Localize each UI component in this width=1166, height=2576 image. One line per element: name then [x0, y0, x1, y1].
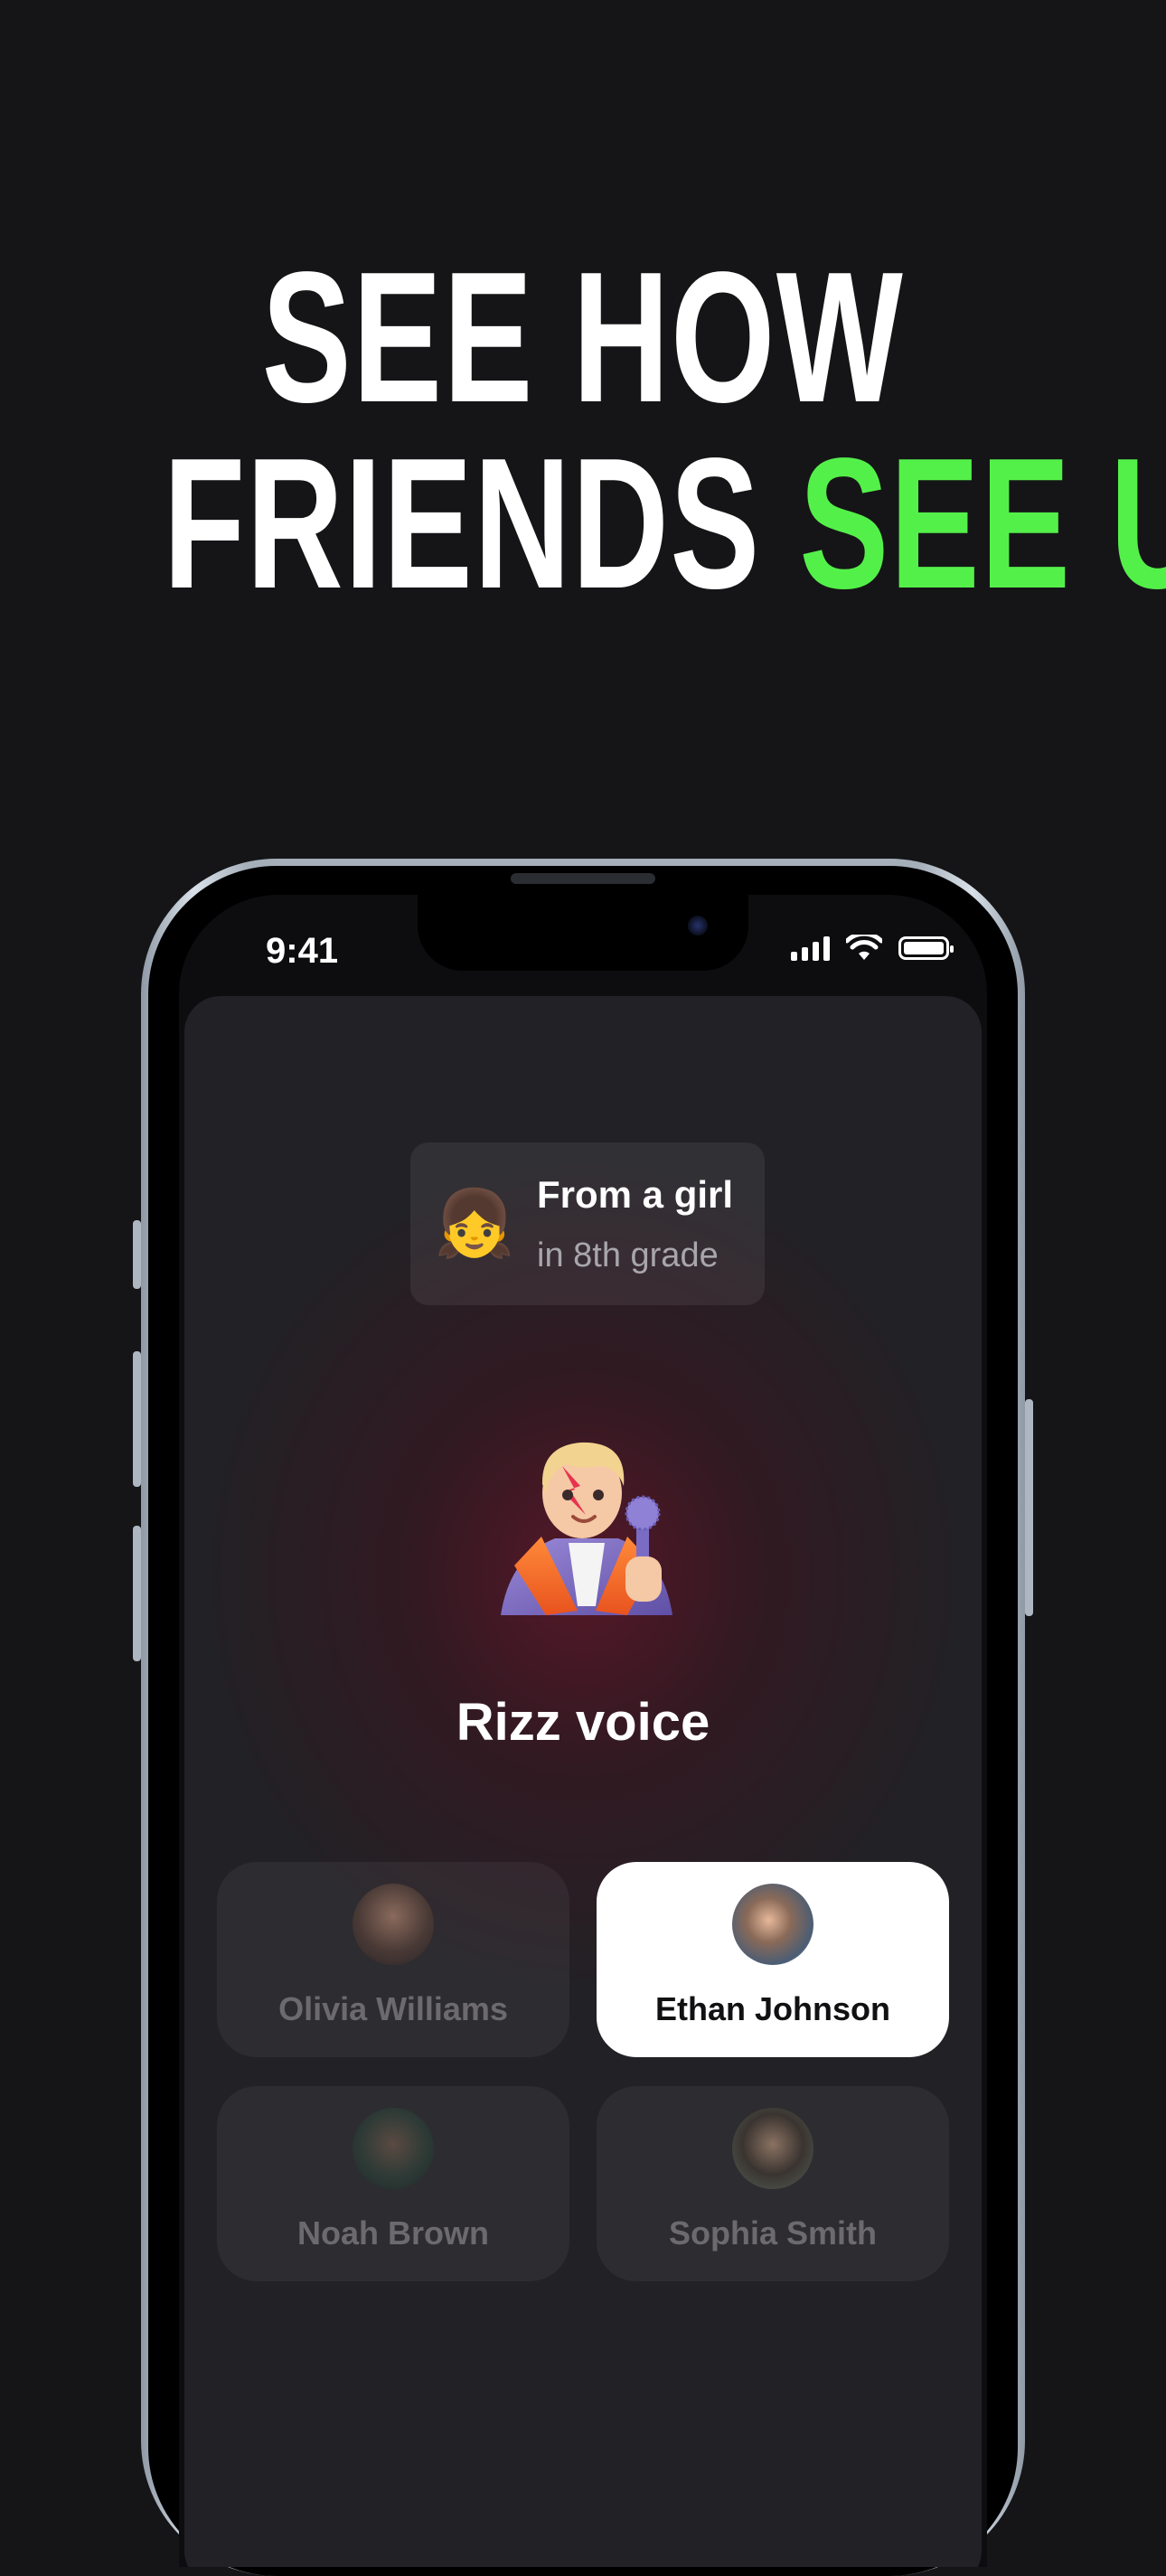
option-name: Noah Brown — [297, 2214, 489, 2252]
avatar — [732, 2108, 813, 2189]
headline: SEE HOW FRIENDS SEE U — [164, 233, 1166, 616]
prompt-label: Rizz voice — [456, 1693, 710, 1752]
option-sophia-smith[interactable]: Sophia Smith — [597, 2086, 949, 2281]
action-button — [133, 1220, 141, 1289]
option-noah-brown[interactable]: Noah Brown — [217, 2086, 569, 2281]
headline-line-1: SEE HOW — [261, 233, 905, 441]
status-time: 9:41 — [266, 931, 339, 971]
phone-screen: 9:41 👧 From a girl in 8th grade Rizz voi… — [179, 895, 987, 2567]
sender-subtitle: in 8th grade — [537, 1236, 719, 1274]
cellular-signal-icon — [791, 935, 830, 961]
front-camera — [688, 916, 708, 935]
power-button — [1025, 1399, 1033, 1616]
avatar — [732, 1884, 813, 1965]
headline-line-2: FRIENDS SEE U — [164, 430, 1166, 616]
poll-card: 👧 From a girl in 8th grade Rizz voice Ol… — [184, 996, 982, 2567]
status-icons — [791, 935, 954, 962]
earpiece-speaker — [511, 873, 655, 884]
singer-emoji-icon — [501, 1442, 672, 1615]
avatar — [353, 2108, 434, 2189]
option-olivia-williams[interactable]: Olivia Williams — [217, 1862, 569, 2057]
option-ethan-johnson[interactable]: Ethan Johnson — [597, 1862, 949, 2057]
sender-title: From a girl — [537, 1173, 734, 1216]
volume-up-button — [133, 1351, 141, 1487]
option-name: Ethan Johnson — [655, 1990, 890, 2027]
option-name: Olivia Williams — [278, 1990, 508, 2027]
option-name: Sophia Smith — [668, 2214, 877, 2252]
headline-green-text: SEE U — [799, 419, 1166, 627]
volume-down-button — [133, 1526, 141, 1661]
headline-white-text: FRIENDS — [163, 419, 761, 627]
wifi-icon — [846, 935, 882, 960]
avatar — [353, 1884, 434, 1965]
girl-emoji-icon: 👧 — [434, 1188, 515, 1260]
battery-icon — [898, 936, 954, 960]
sender-chip: 👧 From a girl in 8th grade — [410, 1142, 765, 1305]
notch — [418, 895, 748, 971]
